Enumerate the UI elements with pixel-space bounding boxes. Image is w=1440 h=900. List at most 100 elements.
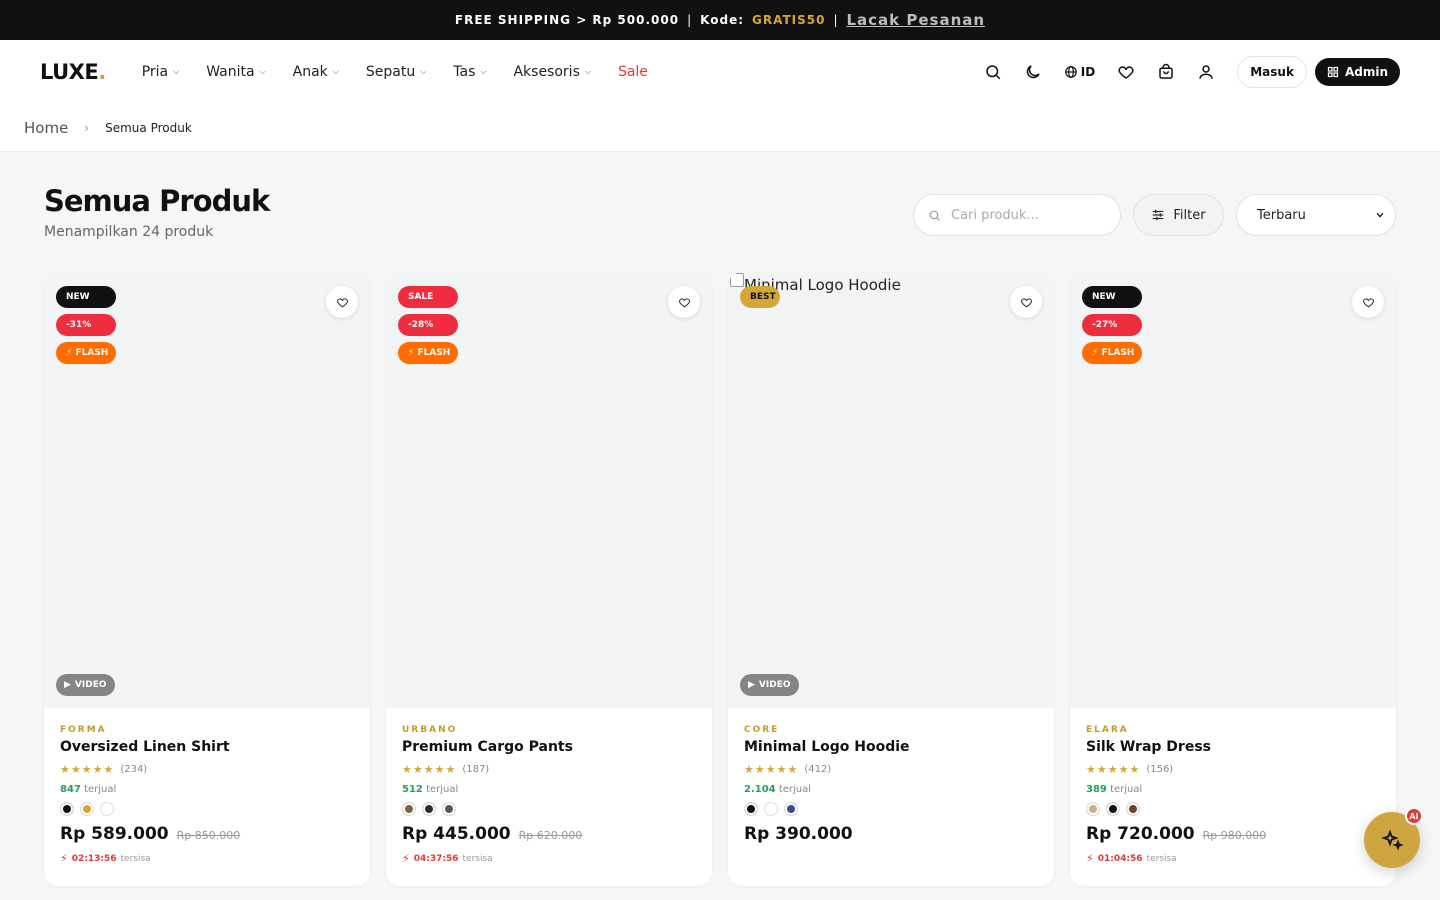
badge-new: NEW <box>56 286 116 308</box>
product-card[interactable]: NEW -31% ⚡︎ FLASH ▶ VIDEO FORMA Oversized… <box>44 272 370 886</box>
admin-button[interactable]: Admin <box>1314 58 1400 86</box>
badge-discount: -28% <box>398 314 458 336</box>
color-swatch[interactable] <box>402 802 416 816</box>
heart-icon <box>1020 297 1032 307</box>
product-card[interactable]: NEW -27% ⚡︎ FLASH ELARA Silk Wrap Dress … <box>1070 272 1396 886</box>
page-title: Semua Produk <box>44 184 270 218</box>
search-icon[interactable] <box>984 63 1002 81</box>
flash-timer: ⚡︎ 04:37:56 tersisa <box>402 852 493 865</box>
header-actions: ID Masuk Admin <box>984 56 1400 88</box>
sort-select[interactable]: Terbaru <box>1236 194 1396 236</box>
track-order-link[interactable]: Lacak Pesanan <box>846 11 985 29</box>
color-swatch[interactable] <box>80 802 94 816</box>
badge-flash: ⚡︎ FLASH <box>398 342 458 364</box>
nav-item-tas[interactable]: Tas ⌵ <box>453 64 486 80</box>
color-swatch[interactable] <box>1086 802 1100 816</box>
product-card[interactable]: Minimal Logo Hoodie BEST ▶ VIDEO CORE Min… <box>728 272 1054 886</box>
product-image[interactable]: SALE -28% ⚡︎ FLASH <box>386 272 712 708</box>
chevron-down-icon: ⌵ <box>480 67 487 76</box>
color-swatch[interactable] <box>422 802 436 816</box>
video-badge[interactable]: ▶ VIDEO <box>740 674 799 696</box>
product-price: Rp 390.000 <box>744 824 853 844</box>
color-swatch[interactable] <box>442 802 456 816</box>
ai-assistant-button[interactable]: AI <box>1364 807 1423 868</box>
product-image[interactable]: Minimal Logo Hoodie BEST ▶ VIDEO <box>728 272 1054 708</box>
nav-item-sale[interactable]: Sale <box>618 64 648 80</box>
original-price: Rp 980.000 <box>1202 829 1267 842</box>
nav-item-anak[interactable]: Anak ⌵ <box>293 64 339 80</box>
moon-icon[interactable] <box>1024 63 1042 81</box>
product-card[interactable]: SALE -28% ⚡︎ FLASH URBANO Premium Cargo … <box>386 272 712 886</box>
logo[interactable]: LUXE. <box>40 60 106 84</box>
product-name[interactable]: Premium Cargo Pants <box>402 739 696 755</box>
wishlist-button[interactable] <box>1010 286 1042 318</box>
product-name[interactable]: Oversized Linen Shirt <box>60 739 354 755</box>
video-badge[interactable]: ▶ VIDEO <box>56 674 115 696</box>
product-image[interactable]: NEW -31% ⚡︎ FLASH ▶ VIDEO <box>44 272 370 708</box>
color-swatches <box>60 802 354 816</box>
shipping-text: FREE SHIPPING > Rp 500.000 <box>454 13 680 27</box>
bolt-icon: ⚡︎ <box>402 852 410 865</box>
globe-icon <box>1064 66 1077 78</box>
product-count: Menampilkan 24 produk <box>44 224 214 240</box>
nav-item-sepatu[interactable]: Sepatu ⌵ <box>366 64 426 80</box>
heart-icon[interactable] <box>1117 63 1135 81</box>
product-price: Rp 445.000 <box>402 824 511 844</box>
sliders-icon <box>1153 209 1164 221</box>
nav-item-aksesoris[interactable]: Aksesoris ⌵ <box>513 64 590 80</box>
chevron-down-icon: ⌵ <box>173 67 180 76</box>
language-switcher[interactable]: ID <box>1064 65 1095 79</box>
product-brand: CORE <box>744 725 780 735</box>
user-icon[interactable] <box>1197 63 1215 81</box>
product-brand: ELARA <box>1086 725 1129 735</box>
product-name[interactable]: Silk Wrap Dress <box>1086 739 1380 755</box>
play-icon: ▶ <box>64 680 71 690</box>
chevron-down-icon: ⌵ <box>259 67 266 76</box>
cart-icon[interactable] <box>1157 63 1175 81</box>
heart-icon <box>336 297 348 307</box>
color-swatch[interactable] <box>764 802 778 816</box>
broken-image-icon <box>730 273 744 287</box>
breadcrumb: Home › Semua Produk <box>0 104 1440 152</box>
main-nav: Pria ⌵ Wanita ⌵ Anak ⌵ Sepatu ⌵ Tas ⌵ Aksesor… <box>142 64 648 80</box>
star-icons: ★★★★★ <box>1086 763 1141 776</box>
bolt-icon: ⚡︎ <box>60 852 68 865</box>
search-input[interactable] <box>951 207 1101 223</box>
search-box <box>913 194 1121 236</box>
color-swatch[interactable] <box>100 802 114 816</box>
wishlist-button[interactable] <box>668 286 700 318</box>
bolt-icon: ⚡︎ <box>408 348 415 358</box>
chevron-down-icon: ⌵ <box>584 67 591 76</box>
sold-count: 389 terjual <box>1086 784 1143 795</box>
color-swatch[interactable] <box>1106 802 1120 816</box>
color-swatch[interactable] <box>784 802 798 816</box>
wishlist-button[interactable] <box>326 286 358 318</box>
badge-new: NEW <box>1082 286 1142 308</box>
color-swatch[interactable] <box>60 802 74 816</box>
wishlist-button[interactable] <box>1352 286 1384 318</box>
nav-item-wanita[interactable]: Wanita ⌵ <box>206 64 265 80</box>
play-icon: ▶ <box>748 680 755 690</box>
chevron-down-icon <box>1376 212 1384 218</box>
separator: | <box>833 13 839 27</box>
search-icon <box>929 210 940 221</box>
flash-timer: ⚡︎ 01:04:56 tersisa <box>1086 852 1177 865</box>
chevron-right-icon: › <box>84 120 90 135</box>
badge-flash: ⚡︎ FLASH <box>56 342 116 364</box>
chevron-down-icon: ⌵ <box>420 67 427 76</box>
bolt-icon: ⚡︎ <box>1092 348 1099 358</box>
color-swatches <box>402 802 696 816</box>
sold-count: 512 terjual <box>402 784 459 795</box>
login-button[interactable]: Masuk <box>1237 56 1307 88</box>
product-image[interactable]: NEW -27% ⚡︎ FLASH <box>1070 272 1396 708</box>
color-swatches <box>1086 802 1380 816</box>
color-swatch[interactable] <box>744 802 758 816</box>
filter-button[interactable]: Filter <box>1133 194 1224 236</box>
product-name[interactable]: Minimal Logo Hoodie <box>744 739 1038 755</box>
product-rating: ★★★★★ (412) <box>744 763 832 776</box>
nav-item-pria[interactable]: Pria ⌵ <box>142 64 180 80</box>
ai-badge: AI <box>1405 807 1423 825</box>
color-swatch[interactable] <box>1126 802 1140 816</box>
breadcrumb-home-link[interactable]: Home <box>24 119 68 137</box>
product-rating: ★★★★★ (156) <box>1086 763 1174 776</box>
